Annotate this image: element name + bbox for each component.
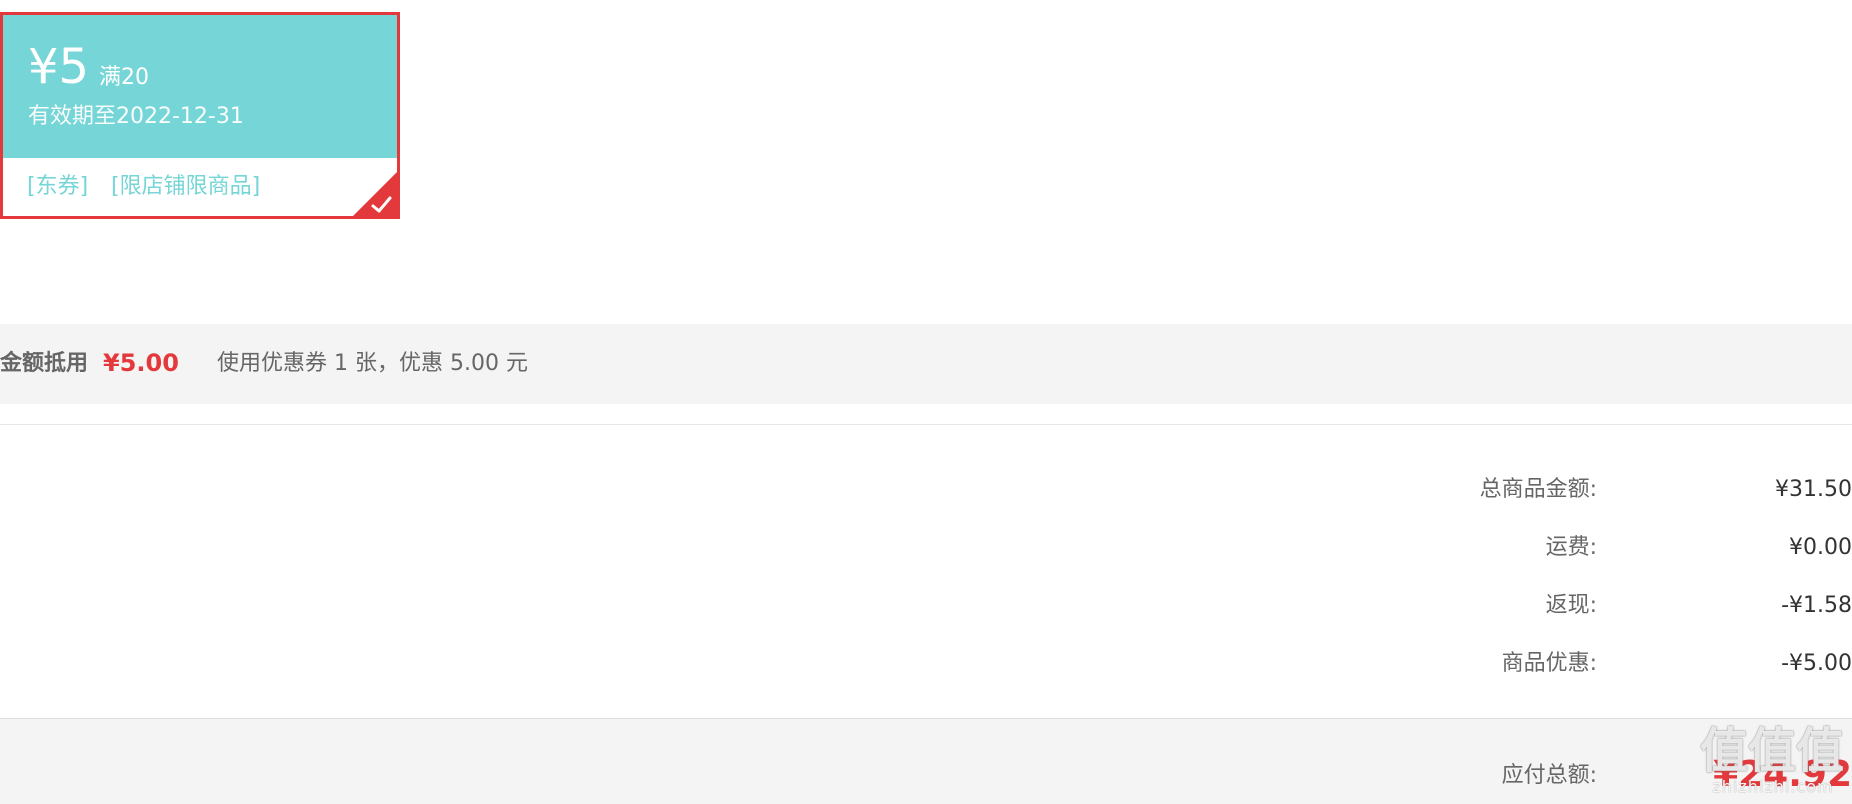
coupon-header: ¥5 满20 有效期至2022-12-31 xyxy=(3,15,397,158)
summary-label: 商品优惠: xyxy=(1501,651,1597,676)
total-label: 应付总额: xyxy=(1501,763,1597,788)
divider xyxy=(0,424,1852,425)
summary-label: 返现: xyxy=(1545,593,1597,618)
summary-row-subtotal: 总商品金额: ¥31.50 xyxy=(0,475,1852,505)
total-payable-bar: 应付总额: ¥24.92 xyxy=(0,718,1852,804)
coupon-deduction-bar: 金额抵用 ¥5.00 使用优惠券 1 张，优惠 5.00 元 xyxy=(0,324,1852,404)
summary-row-cashback: 返现: -¥1.58 xyxy=(0,591,1852,621)
coupon-footer: [东券] [限店铺限商品] xyxy=(3,158,397,216)
coupon-amount: ¥5 xyxy=(28,39,90,95)
checkmark-icon xyxy=(353,172,397,216)
coupon-tag-type: [东券] xyxy=(27,174,89,199)
deduction-description: 使用优惠券 1 张，优惠 5.00 元 xyxy=(217,351,528,376)
summary-label: 总商品金额: xyxy=(1479,477,1597,502)
coupon-condition: 满20 xyxy=(99,65,149,90)
summary-label: 运费: xyxy=(1545,535,1597,560)
coupon-tag-scope: [限店铺限商品] xyxy=(111,174,261,199)
summary-value: ¥0.00 xyxy=(1789,535,1852,560)
total-value: ¥24.92 xyxy=(1713,754,1852,795)
deduction-amount: ¥5.00 xyxy=(103,349,179,377)
summary-row-shipping: 运费: ¥0.00 xyxy=(0,533,1852,563)
summary-row-discount: 商品优惠: -¥5.00 xyxy=(0,649,1852,679)
deduction-label: 金额抵用 xyxy=(0,351,89,376)
coupon-card[interactable]: ¥5 满20 有效期至2022-12-31 [东券] [限店铺限商品] xyxy=(0,12,400,219)
summary-value: -¥5.00 xyxy=(1781,651,1852,676)
summary-value: -¥1.58 xyxy=(1781,593,1852,618)
coupon-validity: 有效期至2022-12-31 xyxy=(28,104,244,129)
summary-value: ¥31.50 xyxy=(1775,477,1852,502)
